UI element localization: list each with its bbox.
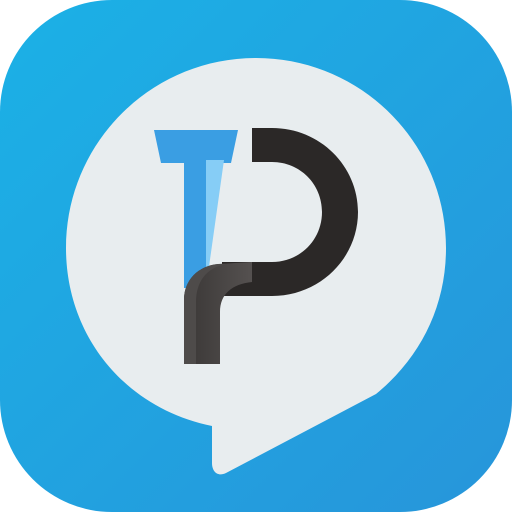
app-icon[interactable] (0, 0, 512, 512)
letter-t-top-bar (154, 130, 238, 163)
app-icon-artwork (0, 0, 512, 512)
